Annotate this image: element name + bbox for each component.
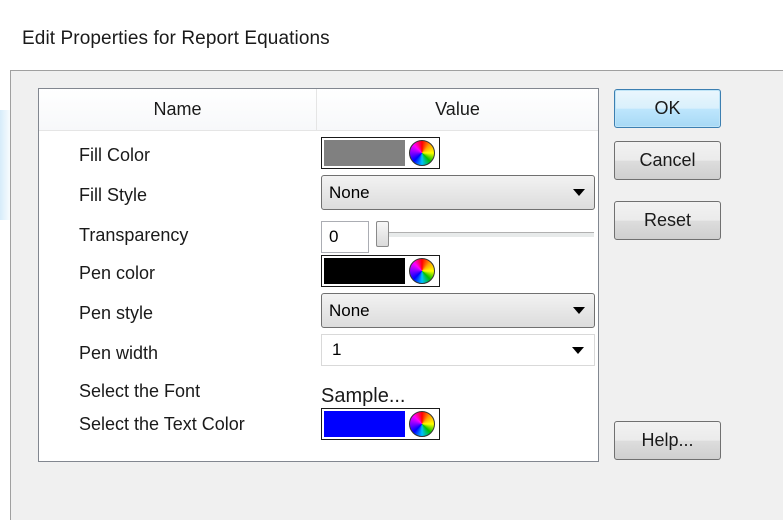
pen-color-picker[interactable]	[321, 255, 440, 287]
ok-button[interactable]: OK	[614, 89, 721, 128]
transparency-input[interactable]: 0	[321, 221, 369, 253]
font-label: Select the Font	[79, 381, 201, 401]
pen-style-dropdown[interactable]: None	[321, 293, 595, 328]
chevron-down-icon	[573, 189, 585, 196]
fill-style-dropdown[interactable]: None	[321, 175, 595, 210]
text-color-picker[interactable]	[321, 408, 440, 440]
column-header-value[interactable]: Value	[317, 89, 598, 130]
color-wheel-icon[interactable]	[406, 409, 438, 439]
color-wheel-icon[interactable]	[406, 256, 438, 286]
dialog-title: Edit Properties for Report Equations	[22, 28, 330, 49]
reset-button[interactable]: Reset	[614, 201, 721, 240]
chevron-down-icon	[572, 347, 584, 354]
fill-style-label: Fill Style	[79, 185, 148, 205]
pen-width-value: 1	[332, 340, 342, 359]
transparency-slider-thumb[interactable]	[376, 221, 389, 247]
fill-style-value: None	[329, 183, 370, 202]
pen-style-value: None	[329, 301, 370, 320]
fill-color-picker[interactable]	[321, 137, 440, 169]
fill-color-label: Fill Color	[79, 145, 151, 165]
pen-width-dropdown[interactable]: 1	[321, 334, 595, 366]
help-button[interactable]: Help...	[614, 421, 721, 460]
property-grid: Name Value Fill Color Fill Style None Tr…	[38, 88, 599, 462]
font-sample[interactable]: Sample...	[321, 385, 405, 408]
pen-style-label: Pen style	[79, 303, 154, 323]
cancel-button[interactable]: Cancel	[614, 141, 721, 180]
chevron-down-icon	[573, 307, 585, 314]
color-wheel-icon[interactable]	[406, 138, 438, 168]
transparency-slider-track[interactable]	[376, 232, 594, 238]
transparency-label: Transparency	[79, 225, 189, 245]
text-color-swatch	[324, 411, 405, 437]
grid-header: Name Value	[39, 89, 598, 131]
fill-color-swatch	[324, 140, 405, 166]
text-color-label: Select the Text Color	[79, 414, 245, 434]
pen-width-label: Pen width	[79, 343, 159, 363]
pen-color-swatch	[324, 258, 405, 284]
column-header-name[interactable]: Name	[39, 89, 317, 130]
pen-color-label: Pen color	[79, 263, 156, 283]
